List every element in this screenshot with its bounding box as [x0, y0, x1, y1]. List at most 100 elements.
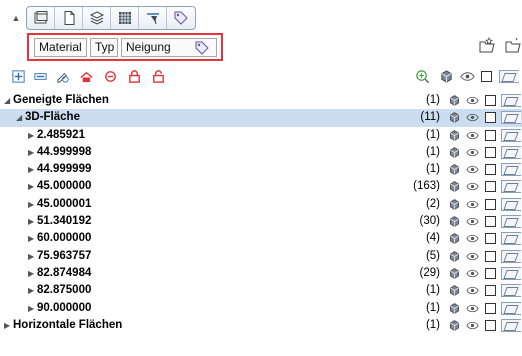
- edge-display-icon[interactable]: [500, 145, 522, 160]
- expand-all-button[interactable]: [10, 68, 26, 84]
- eye-icon[interactable]: [464, 145, 480, 160]
- cube-icon[interactable]: [446, 128, 462, 143]
- cube-icon[interactable]: [446, 318, 462, 333]
- visibility-button[interactable]: [459, 68, 475, 84]
- tree-row[interactable]: ◢ Geneigte Flächen (1): [0, 92, 522, 109]
- collapsed-arrow-icon[interactable]: ▶: [28, 196, 34, 213]
- edge-display-icon[interactable]: [500, 249, 522, 264]
- tree-row[interactable]: ▶ 45.000001 (2): [0, 196, 522, 213]
- row-checkbox[interactable]: [482, 301, 498, 316]
- edge-display-icon[interactable]: [500, 301, 522, 316]
- row-checkbox[interactable]: [482, 162, 498, 177]
- cube-icon[interactable]: [446, 249, 462, 264]
- tab-document[interactable]: [55, 7, 83, 29]
- collapsed-arrow-icon[interactable]: ▶: [4, 317, 10, 334]
- eye-icon[interactable]: [464, 301, 480, 316]
- cube-icon[interactable]: [446, 93, 462, 108]
- eye-icon[interactable]: [464, 128, 480, 143]
- collapsed-arrow-icon[interactable]: ▶: [28, 161, 34, 178]
- cube-icon[interactable]: [446, 179, 462, 194]
- tag-icon[interactable]: [194, 40, 210, 56]
- cube-icon[interactable]: [446, 197, 462, 212]
- tab-grid[interactable]: [111, 7, 139, 29]
- expanded-arrow-icon[interactable]: ◢: [4, 92, 10, 109]
- edge-display-icon[interactable]: [500, 179, 522, 194]
- eye-icon[interactable]: [464, 110, 480, 125]
- cube-icon[interactable]: [446, 283, 462, 298]
- cube-icon[interactable]: [446, 110, 462, 125]
- edge-display-button[interactable]: [495, 68, 522, 84]
- edge-display-icon[interactable]: [500, 162, 522, 177]
- tab-slope[interactable]: [139, 7, 167, 29]
- collapsed-arrow-icon[interactable]: ▶: [28, 230, 34, 247]
- row-checkbox[interactable]: [482, 266, 498, 281]
- edge-display-icon[interactable]: [500, 231, 522, 246]
- collapsed-arrow-icon[interactable]: ▶: [28, 248, 34, 265]
- row-checkbox[interactable]: [482, 214, 498, 229]
- zoom-to-button[interactable]: [414, 68, 430, 84]
- row-checkbox[interactable]: [482, 318, 498, 333]
- eye-icon[interactable]: [464, 162, 480, 177]
- cube-icon[interactable]: [446, 301, 462, 316]
- edge-display-icon[interactable]: [500, 110, 522, 125]
- row-checkbox[interactable]: [482, 110, 498, 125]
- open-folder-star-icon[interactable]: [478, 36, 496, 54]
- eye-icon[interactable]: [464, 93, 480, 108]
- eye-icon[interactable]: [464, 231, 480, 246]
- tree-row[interactable]: ▶ 75.963757 (5): [0, 248, 522, 265]
- row-checkbox[interactable]: [482, 197, 498, 212]
- cube-icon[interactable]: [446, 145, 462, 160]
- tree-row[interactable]: ▶ 44.999998 (1): [0, 144, 522, 161]
- collapsed-arrow-icon[interactable]: ▶: [28, 144, 34, 161]
- lock-button[interactable]: [126, 68, 142, 84]
- tree-row[interactable]: ▶ 45.000000 (163): [0, 178, 522, 195]
- isolate-button[interactable]: [102, 68, 118, 84]
- collapsed-arrow-icon[interactable]: ▶: [28, 300, 34, 317]
- edge-display-icon[interactable]: [500, 266, 522, 281]
- eye-icon[interactable]: [464, 318, 480, 333]
- tree-row[interactable]: ▶ Horizontale Flächen (1): [0, 317, 522, 334]
- edge-display-icon[interactable]: [500, 128, 522, 143]
- eye-icon[interactable]: [464, 266, 480, 281]
- eye-icon[interactable]: [464, 214, 480, 229]
- tree-row[interactable]: ▶ 90.000000 (1): [0, 300, 522, 317]
- row-checkbox[interactable]: [482, 93, 498, 108]
- eye-icon[interactable]: [464, 197, 480, 212]
- chip-material[interactable]: Material: [34, 38, 87, 57]
- edge-display-icon[interactable]: [500, 197, 522, 212]
- eye-icon[interactable]: [464, 249, 480, 264]
- collapse-all-button[interactable]: [32, 68, 48, 84]
- tab-tags[interactable]: [167, 7, 195, 29]
- row-checkbox[interactable]: [482, 179, 498, 194]
- eye-icon[interactable]: [464, 283, 480, 298]
- select-all-checkbox[interactable]: [478, 68, 494, 84]
- collapsed-arrow-icon[interactable]: ▶: [28, 213, 34, 230]
- chip-typ[interactable]: Typ: [90, 38, 118, 57]
- collapse-arrow-icon[interactable]: ▲: [10, 12, 22, 24]
- 3d-view-button[interactable]: [438, 68, 454, 84]
- edge-display-icon[interactable]: [500, 318, 522, 333]
- tab-layers[interactable]: [83, 7, 111, 29]
- collapsed-arrow-icon[interactable]: ▶: [28, 178, 34, 195]
- tree-row[interactable]: ▶ 60.000000 (4): [0, 230, 522, 247]
- edge-display-icon[interactable]: [500, 214, 522, 229]
- edge-display-icon[interactable]: [500, 93, 522, 108]
- collapsed-arrow-icon[interactable]: ▶: [28, 265, 34, 282]
- row-checkbox[interactable]: [482, 128, 498, 143]
- collapsed-arrow-icon[interactable]: ▶: [28, 127, 34, 144]
- row-checkbox[interactable]: [482, 283, 498, 298]
- row-checkbox[interactable]: [482, 145, 498, 160]
- unlock-button[interactable]: [150, 68, 166, 84]
- expanded-arrow-icon[interactable]: ◢: [16, 109, 22, 126]
- tree-row[interactable]: ◢ 3D-Fläche (11): [0, 109, 522, 127]
- row-checkbox[interactable]: [482, 249, 498, 264]
- cube-icon[interactable]: [446, 162, 462, 177]
- chip-neigung[interactable]: Neigung: [121, 38, 217, 57]
- row-checkbox[interactable]: [482, 231, 498, 246]
- open-folder-icon[interactable]: [504, 36, 522, 54]
- select-button[interactable]: [54, 68, 70, 84]
- tree-row[interactable]: ▶ 44.999999 (1): [0, 161, 522, 178]
- cube-icon[interactable]: [446, 266, 462, 281]
- edge-display-icon[interactable]: [500, 283, 522, 298]
- cube-icon[interactable]: [446, 214, 462, 229]
